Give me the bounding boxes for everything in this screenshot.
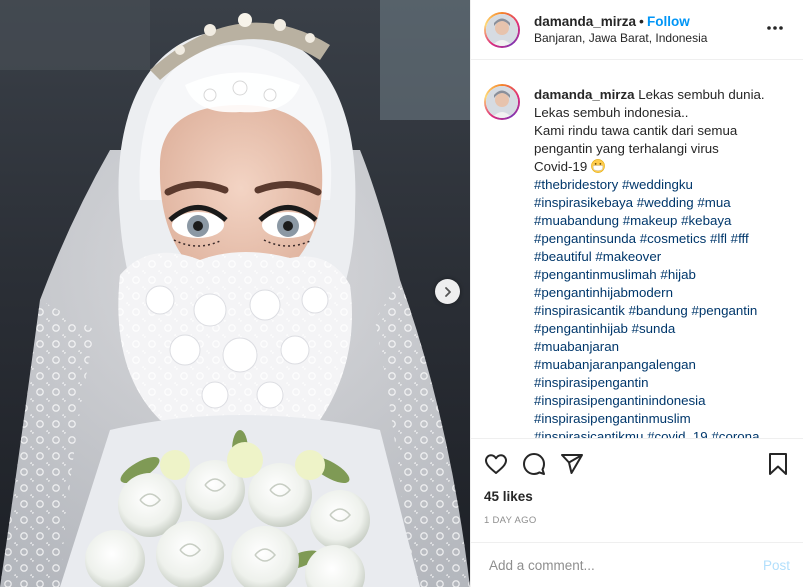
hashtag-link[interactable]: #thebridestory [534,177,618,192]
post-photo[interactable] [0,0,470,587]
hashtag-link[interactable]: #pengantinsunda [534,231,636,246]
comment-button[interactable] [522,452,546,476]
story-ring[interactable] [484,11,520,48]
face-with-medical-mask-icon [591,159,605,173]
separator-dot: • [639,12,644,29]
hashtag-link[interactable]: #muabanjaran [534,339,619,354]
username-link[interactable]: damanda_mirza [534,14,636,29]
hashtag-line: #muabanjaranpangalengan [534,356,779,374]
hashtag-link[interactable]: #inspirasicantikmu [534,429,643,438]
hashtag-link[interactable]: #pengantinhijabmodern [534,285,673,300]
caption-section: damanda_mirza Lekas sembuh dunia. Lekas … [471,60,803,438]
caption-text-line: pengantin yang terhalangi virus [534,141,719,156]
post-timestamp[interactable]: 1 DAY AGO [484,515,790,526]
hashtag-link[interactable]: #wedding [637,195,694,210]
hashtag-link[interactable]: #beautiful [534,249,592,264]
post-sidebar: damanda_mirza • Follow Banjaran, Jawa Bara… [470,0,803,587]
hashtag-line: #pengantinsunda #cosmetics #lfl #fff [534,230,779,248]
hashtag-link[interactable]: #lfl [710,231,727,246]
hashtag-line: #beautiful #makeover [534,248,779,266]
caption-text-line: Lekas sembuh dunia. [638,87,765,102]
caption-line: Covid-19 [534,158,779,176]
hashtag-link[interactable]: #muabandung [534,213,619,228]
carousel-next-button[interactable] [435,279,460,304]
caption-text-line: Kami rindu tawa cantik dari semua [534,123,738,138]
hashtag-link[interactable]: #weddingku [622,177,693,192]
hashtag-link[interactable]: #inspirasipengantinmuslim [534,411,691,426]
hashtag-line: #thebridestory #weddingku [534,176,779,194]
hashtag-line: #muabandung #makeup #kebaya [534,212,779,230]
location-link[interactable]: Banjaran, Jawa Barat, Indonesia [534,30,707,47]
hashtag-link[interactable]: #mua [697,195,730,210]
hashtag-link[interactable]: #corona [711,429,759,438]
hashtag-link[interactable]: #muabanjaranpangalengan [534,357,696,372]
caption-avatar[interactable] [486,86,518,118]
chevron-right-icon [444,286,451,297]
hashtag-line: #inspirasikebaya #wedding #mua [534,194,779,212]
hashtag-link[interactable]: #pengantin [691,303,757,318]
like-button[interactable] [484,452,508,476]
like-count[interactable]: 45 likes [484,489,790,504]
save-button[interactable] [766,452,790,476]
more-options-button[interactable] [765,18,785,41]
caption-line: damanda_mirza Lekas sembuh dunia. [534,86,779,104]
hashtag-line: #inspirasipengantin [534,374,779,392]
avatar[interactable] [486,13,518,46]
caption-text-line: Covid-19 [534,159,588,174]
hashtag-link[interactable]: #pengantinhijab [534,321,628,336]
action-icons-row [484,449,790,479]
more-horizontal-icon [767,26,783,30]
hashtag-link[interactable]: #inspirasipengantin [534,375,649,390]
comment-input[interactable] [487,556,763,574]
heart-icon [485,454,507,474]
hashtag-line: #muabanjaran [534,338,779,356]
hashtag-line: #pengantinhijabmodern [534,284,779,302]
hashtag-link[interactable]: #kebaya [681,213,731,228]
share-button[interactable] [560,452,584,476]
caption-story-ring[interactable] [484,84,520,120]
hashtag-line: #inspirasipengantinmuslim [534,410,779,428]
hashtag-line: #inspirasicantikmu #covid_19 #corona [534,428,779,438]
caption-text: damanda_mirza Lekas sembuh dunia. Lekas … [534,86,779,438]
hashtag-link[interactable]: #makeup [623,213,678,228]
instagram-post: damanda_mirza • Follow Banjaran, Jawa Bara… [0,0,803,587]
hashtag-link[interactable]: #inspirasikebaya [534,195,633,210]
post-header: damanda_mirza • Follow Banjaran, Jawa Bara… [471,0,803,60]
header-text: damanda_mirza • Follow Banjaran, Jawa Bara… [534,13,707,47]
hashtag-link[interactable]: #makeover [595,249,661,264]
share-icon [561,454,583,474]
hashtag-list: #thebridestory #weddingku #inspirasikebay… [534,176,779,438]
hashtag-line: #inspirasicantik #bandung #pengantin [534,302,779,320]
post-comment-button[interactable]: Post [763,558,790,573]
bookmark-icon [769,453,787,475]
hashtag-link[interactable]: #inspirasipengantinindonesia [534,393,706,408]
bride-photo [0,0,470,587]
comment-icon [523,453,545,475]
caption-row: damanda_mirza Lekas sembuh dunia. Lekas … [484,84,787,438]
hashtag-link[interactable]: #bandung [629,303,688,318]
hashtag-line: #inspirasipengantinindonesia [534,392,779,410]
caption-username-link[interactable]: damanda_mirza [534,87,635,102]
avatar-image [486,86,518,118]
hashtag-link[interactable]: #sunda [632,321,676,336]
hashtag-link[interactable]: #covid_19 [647,429,708,438]
avatar-image [486,13,518,46]
caption-text-line: Lekas sembuh indonesia.. [534,105,689,120]
hashtag-link[interactable]: #inspirasicantik [534,303,625,318]
hashtag-line: #pengantinmuslimah #hijab [534,266,779,284]
action-bar: 45 likes 1 DAY AGO [471,438,803,542]
hashtag-link[interactable]: #hijab [660,267,696,282]
hashtag-link[interactable]: #cosmetics [640,231,707,246]
follow-button[interactable]: Follow [647,14,690,29]
hashtag-link[interactable]: #fff [731,231,749,246]
comment-bar: Post [471,542,803,587]
hashtag-link[interactable]: #pengantinmuslimah [534,267,657,282]
hashtag-line: #pengantinhijab #sunda [534,320,779,338]
